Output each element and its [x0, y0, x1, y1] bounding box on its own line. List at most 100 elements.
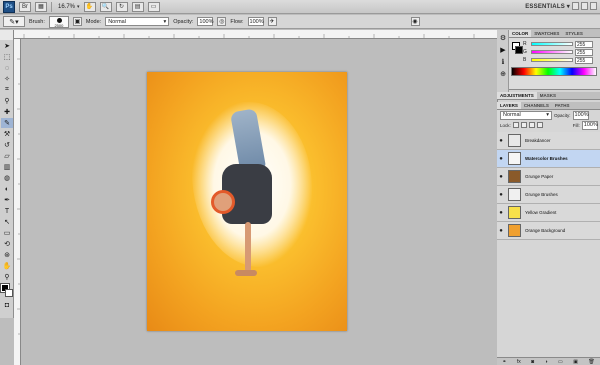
- navigator-panel-icon[interactable]: ⊕: [498, 69, 508, 78]
- eye-icon[interactable]: ●: [497, 174, 505, 180]
- tab-adjustments[interactable]: ADJUSTMENTS: [497, 92, 537, 99]
- 3d-rotate-tool-icon[interactable]: ⟲: [1, 239, 13, 249]
- path-select-tool-icon[interactable]: ↖: [1, 217, 13, 227]
- airbrush-icon[interactable]: ✈: [267, 17, 277, 26]
- color-swatches[interactable]: [0, 283, 13, 298]
- green-value-field[interactable]: 255: [575, 48, 593, 56]
- pen-tool-icon[interactable]: ✒: [1, 195, 13, 205]
- eye-icon[interactable]: ●: [497, 138, 505, 144]
- lock-position-icon[interactable]: [528, 122, 535, 128]
- opacity-field[interactable]: 100%: [197, 17, 213, 26]
- layer-row[interactable]: ● Breakdancer: [497, 132, 600, 150]
- flow-field[interactable]: 100%: [247, 17, 264, 26]
- vertical-ruler[interactable]: [14, 39, 21, 365]
- move-tool-icon[interactable]: ➤: [1, 41, 13, 51]
- lock-transparency-icon[interactable]: [512, 122, 519, 128]
- quick-select-tool-icon[interactable]: ✧: [1, 74, 13, 84]
- view-extras-button[interactable]: ▦: [35, 1, 47, 12]
- fill-field[interactable]: 100%: [581, 120, 598, 130]
- eye-icon[interactable]: ●: [497, 192, 505, 198]
- eyedropper-tool-icon[interactable]: ⚲: [1, 96, 13, 106]
- blue-slider[interactable]: [531, 58, 573, 62]
- red-label: R: [523, 41, 527, 47]
- eye-icon[interactable]: ●: [497, 228, 505, 234]
- shape-tool-icon[interactable]: ▭: [1, 228, 13, 238]
- color-spectrum-ramp[interactable]: [511, 67, 597, 76]
- screen-mode-icon[interactable]: ▭: [147, 1, 160, 12]
- dodge-tool-icon[interactable]: ◐: [1, 184, 13, 194]
- bridge-button[interactable]: Br: [19, 1, 31, 12]
- tool-preset-picker[interactable]: ✎ ▾: [3, 16, 25, 27]
- eye-icon[interactable]: ●: [497, 156, 505, 162]
- horizontal-ruler[interactable]: [14, 30, 497, 39]
- actions-panel-icon[interactable]: ▶: [498, 45, 508, 54]
- layer-row[interactable]: ● Grunge Paper: [497, 168, 600, 186]
- hand-tool-icon[interactable]: ✋: [83, 1, 96, 12]
- healing-brush-tool-icon[interactable]: ✚: [1, 107, 13, 117]
- layer-row[interactable]: ● Yellow Gradient: [497, 204, 600, 222]
- zoom-tool-icon[interactable]: 🔍: [99, 1, 112, 12]
- info-panel-icon[interactable]: ℹ: [498, 57, 508, 66]
- layer-row[interactable]: ● Watercolor Brushes: [497, 150, 600, 168]
- tab-color[interactable]: COLOR: [509, 30, 532, 37]
- new-layer-icon[interactable]: ▣: [573, 359, 578, 365]
- tab-styles[interactable]: STYLES: [562, 30, 586, 37]
- red-slider[interactable]: [531, 42, 573, 46]
- pressure-size-icon[interactable]: ◉: [410, 17, 420, 26]
- zoom-tool-icon[interactable]: ⚲: [1, 272, 13, 282]
- blur-tool-icon[interactable]: ◍: [1, 173, 13, 183]
- brush-tool-icon[interactable]: ✎: [1, 118, 13, 128]
- delete-layer-icon[interactable]: 🗑: [588, 359, 594, 365]
- layer-row[interactable]: ● Grunge Brushes: [497, 186, 600, 204]
- eraser-tool-icon[interactable]: ▱: [1, 151, 13, 161]
- blend-mode-select[interactable]: Normal ▾: [500, 110, 552, 120]
- layer-name: Orange Background: [525, 228, 566, 233]
- brush-panel-toggle-icon[interactable]: ▣: [72, 17, 82, 26]
- close-button[interactable]: [590, 2, 597, 10]
- crop-tool-icon[interactable]: ⌗: [1, 85, 13, 95]
- new-group-icon[interactable]: ▭: [558, 359, 563, 365]
- tab-swatches[interactable]: SWATCHES: [531, 30, 562, 37]
- mode-select[interactable]: Normal ▾: [105, 17, 170, 26]
- pressure-opacity-icon[interactable]: ◎: [217, 17, 227, 26]
- blue-channel-row: B 255: [523, 56, 600, 64]
- layer-style-icon[interactable]: fx: [517, 359, 521, 365]
- tab-masks[interactable]: MASKS: [537, 92, 559, 99]
- 3d-orbit-tool-icon[interactable]: ⊛: [1, 250, 13, 260]
- brush-picker[interactable]: 2500: [48, 15, 69, 28]
- rotate-view-icon[interactable]: ↻: [115, 1, 128, 12]
- background-color-swatch[interactable]: [515, 46, 523, 54]
- clone-stamp-tool-icon[interactable]: ⚒: [1, 129, 13, 139]
- canvas-area[interactable]: [21, 39, 497, 365]
- tab-paths[interactable]: PATHS: [552, 102, 573, 109]
- eye-icon[interactable]: ●: [497, 210, 505, 216]
- hand-tool-icon[interactable]: ✋: [1, 261, 13, 271]
- adjustment-layer-icon[interactable]: ◑: [545, 359, 548, 365]
- red-value-field[interactable]: 255: [575, 40, 593, 48]
- arrange-documents-icon[interactable]: ▤: [131, 1, 144, 12]
- history-panel-icon[interactable]: ⚙: [498, 33, 508, 42]
- link-layers-icon[interactable]: ⚭: [502, 359, 506, 365]
- lock-pixels-icon[interactable]: [520, 122, 527, 128]
- workspace-switcher[interactable]: ESSENTIALS ▾: [525, 3, 570, 10]
- green-slider[interactable]: [531, 50, 573, 54]
- history-brush-tool-icon[interactable]: ↺: [1, 140, 13, 150]
- chevron-down-icon[interactable]: ▾: [77, 4, 80, 10]
- blue-value-field[interactable]: 255: [575, 56, 593, 64]
- zoom-level[interactable]: 16.7%: [58, 4, 75, 10]
- tab-layers[interactable]: LAYERS: [497, 102, 521, 109]
- gradient-tool-icon[interactable]: ▥: [1, 162, 13, 172]
- document-canvas[interactable]: [147, 72, 347, 331]
- lasso-tool-icon[interactable]: ◌: [1, 63, 13, 73]
- tab-channels[interactable]: CHANNELS: [521, 102, 552, 109]
- quick-mask-icon[interactable]: ◘: [1, 300, 13, 310]
- background-color[interactable]: [5, 289, 13, 297]
- type-tool-icon[interactable]: T: [1, 206, 13, 216]
- lock-all-icon[interactable]: [536, 122, 543, 128]
- minimize-button[interactable]: [572, 2, 579, 10]
- add-mask-icon[interactable]: ◙: [531, 359, 534, 365]
- layer-row[interactable]: ● Orange Background: [497, 222, 600, 240]
- maximize-button[interactable]: [581, 2, 588, 10]
- layer-opacity-field[interactable]: 100%: [572, 110, 589, 120]
- marquee-tool-icon[interactable]: ⬚: [1, 52, 13, 62]
